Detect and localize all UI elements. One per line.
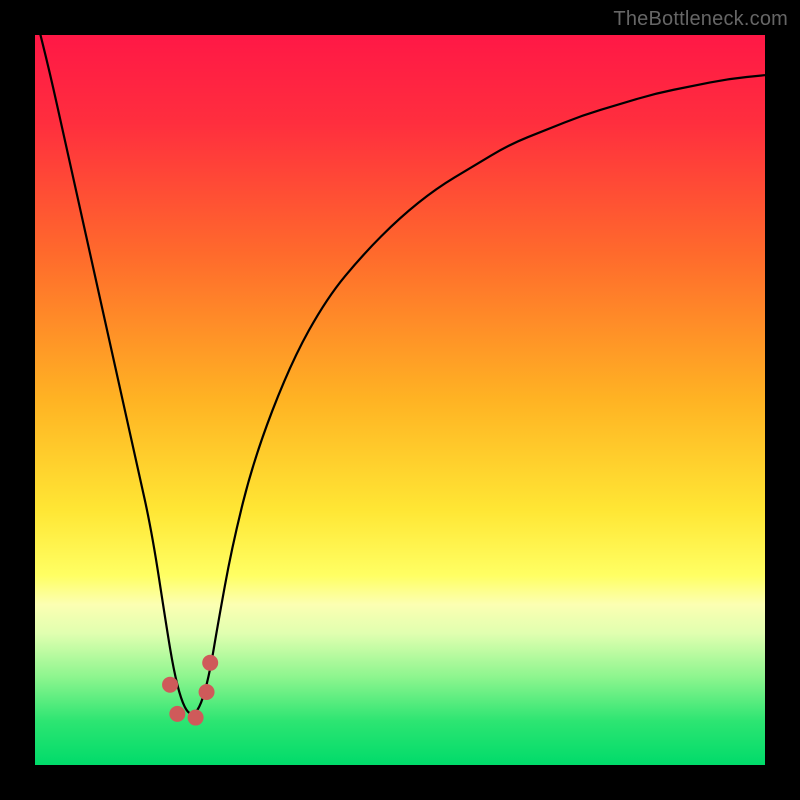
red-marker [188, 710, 204, 726]
chart-frame: TheBottleneck.com [0, 0, 800, 800]
red-marker [169, 706, 185, 722]
red-marker [162, 677, 178, 693]
chart-plot-area [35, 35, 765, 765]
chart-svg [35, 35, 765, 765]
red-marker [199, 684, 215, 700]
watermark-text: TheBottleneck.com [613, 8, 788, 31]
gradient-background [35, 35, 765, 765]
red-marker [202, 655, 218, 671]
